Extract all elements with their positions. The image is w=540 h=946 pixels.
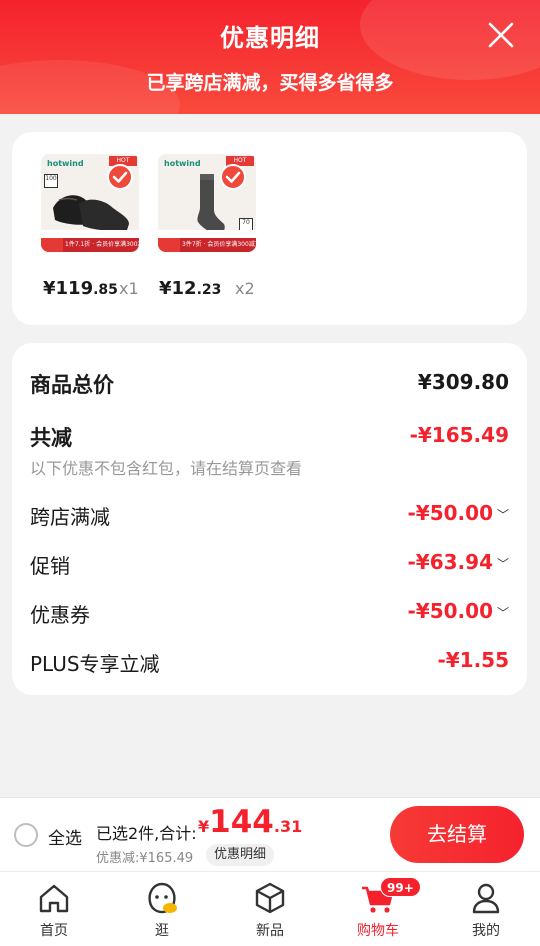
bottom-tab-bar: 首页 逛 新品 99+ 购物车 我的	[0, 871, 540, 946]
total-reduction-label: 共减	[30, 426, 72, 450]
tab-label: 首页	[40, 923, 68, 939]
price-decimal: .23	[196, 282, 222, 298]
page-subtitle: 已享跨店满减，买得多省得多	[146, 72, 394, 94]
discount-amount: -¥50.00	[407, 599, 493, 623]
cross-store-discount-value[interactable]: -¥50.00 ﹀	[408, 501, 510, 525]
brand-label: hotwind	[47, 159, 84, 168]
checkout-button[interactable]: 去结算	[390, 806, 524, 863]
brand-label: hotwind	[164, 159, 201, 168]
promotion-label[interactable]: 促销	[30, 550, 70, 579]
tab-cart[interactable]: 99+ 购物车	[324, 872, 432, 946]
leather-shoes-image[interactable]: hotwind HOT 100 1件7.1折 · 会员价享满300减70	[41, 154, 139, 252]
red-packet-note: 以下优惠不包含红包，请在结算页查看	[30, 459, 303, 478]
total-price-label: 商品总价	[30, 373, 114, 397]
price-integer: ¥119	[43, 278, 94, 299]
tab-home[interactable]: 首页	[0, 872, 108, 946]
page-title: 优惠明细	[220, 24, 320, 52]
sock-image[interactable]: hotwind HOT 70 3件7折 · 会员价享满300减70	[158, 154, 256, 252]
select-all-label[interactable]: 全选	[48, 824, 82, 849]
tab-new-arrivals[interactable]: 新品	[216, 872, 324, 946]
discount-amount: -¥63.94	[407, 550, 493, 574]
checkout-bar: 全选 已选2件,合计: ¥144.31 优惠减:¥165.49 优惠明细 去结算	[0, 797, 540, 871]
product-quantity: x1	[119, 279, 139, 298]
currency-symbol: ¥	[198, 817, 210, 836]
checked-icon[interactable]	[107, 164, 133, 190]
coupon-label[interactable]: 优惠券	[30, 599, 90, 628]
discount-detail-header: 优惠明细 已享跨店满减，买得多省得多	[0, 0, 540, 114]
total-decimal: .31	[273, 817, 303, 836]
price-breakdown-card: 商品总价 ¥309.80 共减 -¥165.49 以下优惠不包含红包，请在结算页…	[12, 343, 527, 695]
chevron-down-icon[interactable]: ﹀	[497, 557, 509, 571]
product-price: ¥119.85	[43, 278, 118, 299]
plus-discount-label: PLUS专享立减	[30, 652, 160, 676]
coupon-value[interactable]: -¥50.00 ﹀	[408, 599, 510, 623]
cross-store-discount-label[interactable]: 跨店满减	[30, 501, 110, 530]
product-item[interactable]: hotwind HOT 70 3件7折 · 会员价享满300减70	[158, 154, 256, 252]
total-amount: ¥144.31	[198, 804, 302, 840]
price-decimal: .85	[93, 282, 118, 298]
close-icon[interactable]	[486, 20, 516, 50]
tab-browse[interactable]: 逛	[108, 872, 216, 946]
promotion-value[interactable]: -¥63.94 ﹀	[408, 550, 510, 574]
product-price: ¥12.23	[159, 278, 221, 299]
home-icon	[39, 884, 69, 913]
product-quantity: x2	[235, 279, 255, 298]
info-strip	[41, 230, 139, 238]
browse-mascot-icon	[148, 882, 177, 914]
selected-count-text: 已选2件,合计:	[96, 824, 197, 843]
promo-text: 1件7.1折 · 会员价享满300减70	[65, 241, 139, 248]
profile-icon	[472, 883, 500, 914]
price-integer: ¥12	[159, 278, 197, 299]
discount-summary: 优惠减:¥165.49	[96, 851, 194, 866]
tab-label: 购物车	[357, 923, 399, 939]
tab-label: 我的	[472, 923, 500, 939]
promo-footer: 1件7.1折 · 会员价享满300减70	[41, 238, 139, 252]
discount-amount: -¥50.00	[407, 501, 493, 525]
total-price-value: ¥309.80	[417, 370, 509, 394]
tab-profile[interactable]: 我的	[432, 872, 540, 946]
cube-icon	[255, 882, 285, 914]
price-badge	[158, 238, 180, 252]
cart-count-badge: 99+	[380, 877, 421, 897]
chevron-down-icon[interactable]: ﹀	[497, 508, 509, 522]
select-all-radio[interactable]	[14, 823, 38, 847]
tab-label: 逛	[155, 923, 169, 939]
info-strip	[158, 230, 256, 238]
total-reduction-value: -¥165.49	[409, 423, 509, 447]
total-integer: 144	[209, 804, 274, 840]
tab-label: 新品	[256, 923, 284, 939]
plus-discount-value: -¥1.55	[437, 648, 509, 672]
promo-footer: 3件7折 · 会员价享满300减70	[158, 238, 256, 252]
product-item[interactable]: hotwind HOT 100 1件7.1折 · 会员价享满300减70	[41, 154, 139, 252]
discount-detail-button[interactable]: 优惠明细	[206, 844, 275, 866]
chevron-down-icon[interactable]: ﹀	[497, 606, 509, 620]
selected-products-card: hotwind HOT 100 1件7.1折 · 会员价享满300减70 ¥11…	[12, 132, 527, 325]
size-badge: 100	[44, 174, 58, 188]
checked-icon[interactable]	[220, 164, 246, 190]
price-badge	[41, 238, 63, 252]
promo-text: 3件7折 · 会员价享满300减70	[182, 241, 256, 248]
